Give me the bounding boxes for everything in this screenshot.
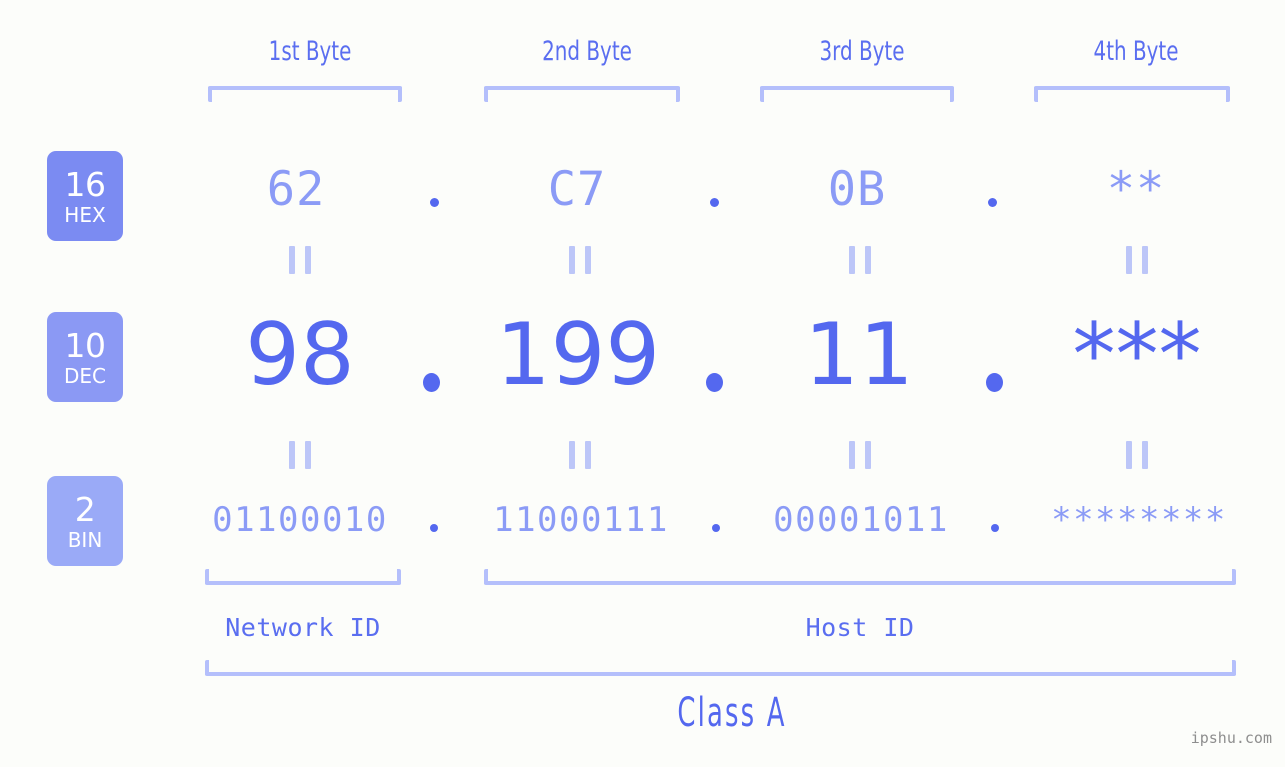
network-id-bracket [205, 569, 401, 585]
hex-octet-3: 0B [827, 162, 887, 217]
dec-separator-dot-2 [706, 373, 723, 392]
byte-header-4: 4th Byte [1093, 36, 1179, 67]
host-id-bracket [484, 569, 1236, 585]
host-id-label: Host ID [805, 613, 915, 642]
byte-header-1: 1st Byte [268, 36, 352, 67]
network-id-label: Network ID [225, 613, 381, 642]
byte-header-3: 3rd Byte [819, 36, 905, 67]
base-badge-hex-number: 16 [64, 164, 107, 204]
base-badge-bin-name: BIN [67, 527, 103, 552]
dec-octet-1: 98 [245, 305, 355, 405]
base-badge-hex-name: HEX [64, 202, 106, 227]
byte-bracket-top-2 [484, 86, 680, 102]
byte-bracket-top-3 [760, 86, 954, 102]
site-watermark: ipshu.com [1190, 729, 1272, 747]
base-badge-bin[interactable]: 2 BIN [47, 476, 123, 566]
byte-header-2: 2nd Byte [542, 36, 632, 67]
equals-mark-dec-bin-4 [1126, 441, 1148, 469]
bin-octet-1: 01100010 [212, 500, 388, 540]
hex-octet-2: C7 [547, 162, 607, 217]
base-badge-dec-number: 10 [64, 325, 107, 365]
bin-separator-dot-3 [991, 524, 999, 532]
hex-separator-dot-2 [710, 198, 719, 207]
equals-mark-hex-dec-1 [289, 246, 311, 274]
dec-octet-3: 11 [804, 305, 914, 405]
class-bracket [205, 660, 1236, 676]
byte-bracket-top-4 [1034, 86, 1230, 102]
dec-octet-4: *** [1072, 305, 1202, 405]
hex-separator-dot-1 [430, 198, 439, 207]
equals-mark-dec-bin-2 [569, 441, 591, 469]
bin-octet-3: 00001011 [773, 500, 949, 540]
ip-address-breakdown-diagram: 1st Byte 2nd Byte 3rd Byte 4th Byte 16 H… [0, 0, 1285, 767]
bin-octet-4: ******** [1051, 500, 1227, 540]
dec-separator-dot-3 [986, 373, 1003, 392]
dec-octet-2: 199 [495, 305, 661, 405]
class-label: Class A [677, 690, 787, 736]
base-badge-dec[interactable]: 10 DEC [47, 312, 123, 402]
equals-mark-dec-bin-1 [289, 441, 311, 469]
equals-mark-hex-dec-3 [849, 246, 871, 274]
base-badge-bin-number: 2 [74, 489, 96, 529]
hex-octet-4: ** [1106, 162, 1166, 217]
base-badge-hex[interactable]: 16 HEX [47, 151, 123, 241]
bin-separator-dot-2 [712, 524, 720, 532]
equals-mark-hex-dec-2 [569, 246, 591, 274]
bin-separator-dot-1 [430, 524, 438, 532]
base-badge-dec-name: DEC [63, 363, 106, 388]
bin-octet-2: 11000111 [493, 500, 669, 540]
dec-separator-dot-1 [423, 373, 440, 392]
hex-separator-dot-3 [988, 198, 997, 207]
hex-octet-1: 62 [266, 162, 326, 217]
equals-mark-dec-bin-3 [849, 441, 871, 469]
equals-mark-hex-dec-4 [1126, 246, 1148, 274]
byte-bracket-top-1 [208, 86, 402, 102]
